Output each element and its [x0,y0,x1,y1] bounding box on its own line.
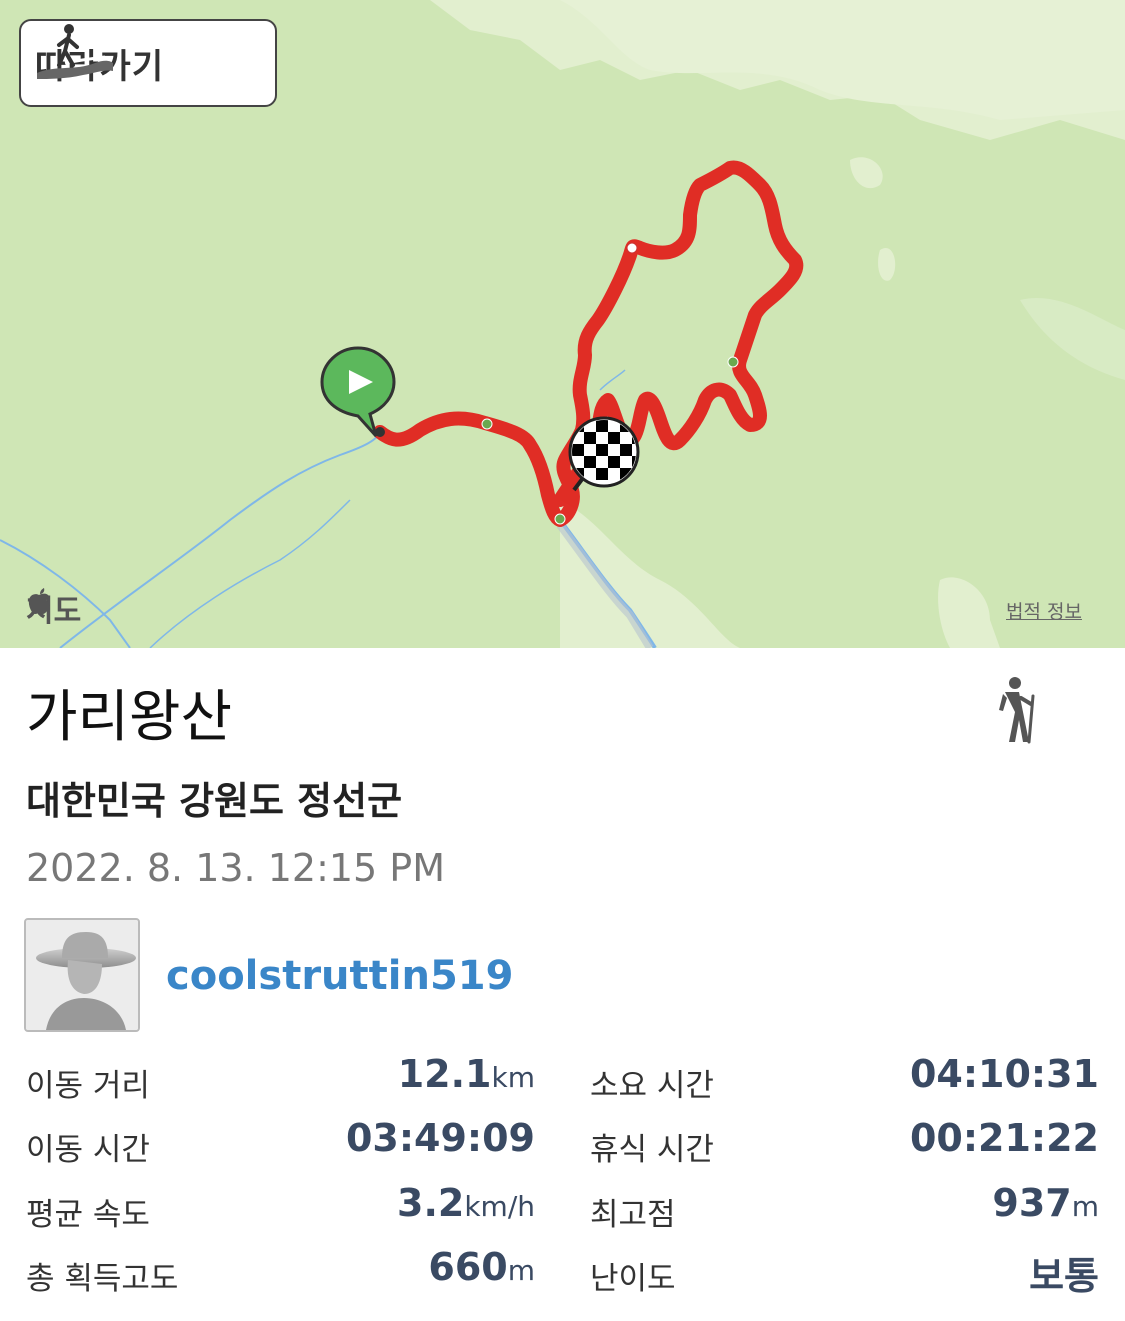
follow-button[interactable]: 따라가기 [19,19,277,107]
stat-label-rest-time: 휴식 시간 [590,1132,714,1168]
stat-value-moving-time: 03:49:09 [346,1116,535,1160]
default-avatar-icon [26,920,138,1030]
elevation-gain-unit: m [507,1254,535,1287]
difficulty-value: 보통 [1029,1254,1099,1298]
avg-speed-number: 3.2 [397,1181,465,1225]
route-map[interactable]: 따라가기 지도 법적 정보 [0,0,1125,648]
stat-value-distance: 12.1km [398,1052,535,1096]
stat-value-total-time: 04:10:31 [910,1052,1099,1096]
moving-time-number: 03:49:09 [345,1116,535,1160]
total-time-number: 04:10:31 [909,1052,1099,1096]
stat-value-difficulty: 보통 [1029,1245,1099,1300]
hiker-icon [999,677,1035,744]
stat-label-avg-speed: 평균 속도 [26,1197,150,1233]
activity-datetime: 2022. 8. 13. 12:15 PM [26,846,446,890]
stat-label-distance: 이동 거리 [26,1068,150,1104]
stat-label-max-elevation: 최고점 [590,1197,676,1233]
stat-label-difficulty: 난이도 [590,1261,676,1297]
start-marker-icon[interactable] [318,344,398,444]
stat-value-avg-speed: 3.2km/h [397,1181,535,1225]
activity-location: 대한민국 강원도 정선군 [26,779,403,823]
stat-label-moving-time: 이동 시간 [26,1132,150,1168]
max-elevation-number: 937 [992,1181,1072,1225]
finish-marker-icon[interactable] [564,412,644,502]
distance-unit: km [491,1061,536,1094]
stat-value-elevation-gain: 660m [428,1245,535,1289]
elevation-gain-number: 660 [428,1245,508,1289]
apple-logo-icon [28,588,50,614]
user-avatar[interactable] [24,918,140,1032]
max-elevation-unit: m [1071,1190,1099,1223]
rest-time-number: 00:21:22 [909,1116,1099,1160]
legal-info-link[interactable]: 법적 정보 [1006,597,1082,624]
stat-value-rest-time: 00:21:22 [910,1116,1099,1160]
avg-speed-unit: km/h [464,1190,535,1223]
stat-label-total-time: 소요 시간 [590,1068,714,1104]
distance-number: 12.1 [397,1052,492,1096]
activity-title: 가리왕산 [26,685,233,750]
maps-attribution: 지도 [26,586,81,630]
stat-label-elevation-gain: 총 획득고도 [26,1261,179,1297]
walker-on-path-icon [37,24,113,79]
stat-value-max-elevation: 937m [992,1181,1099,1225]
username-link[interactable]: coolstruttin519 [166,953,513,999]
